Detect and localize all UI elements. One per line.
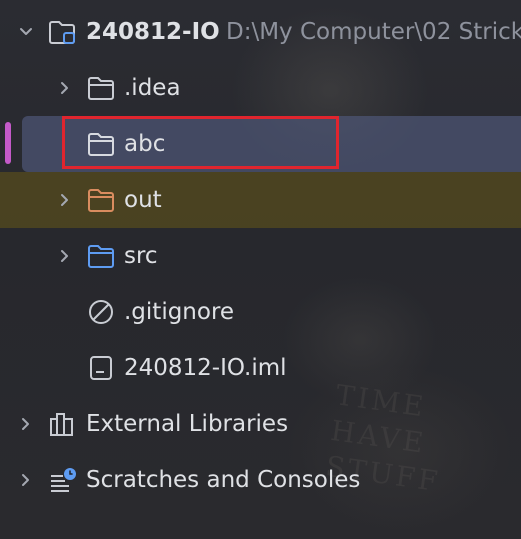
tree-row-out[interactable]: out — [0, 172, 521, 228]
selection-marker — [5, 122, 11, 164]
project-tree-panel: TIME HAVE STUFF 240812-IO D:\My Computer… — [0, 0, 521, 539]
tree-row-idea[interactable]: .idea — [0, 60, 521, 116]
external-libraries-label: External Libraries — [86, 411, 289, 437]
chevron-right-icon[interactable] — [18, 472, 34, 488]
tree-item-label: .gitignore — [124, 299, 235, 325]
tree-item-label: out — [124, 187, 162, 213]
excluded-folder-icon — [88, 189, 114, 212]
tree-item-label: 240812-IO.iml — [124, 355, 287, 381]
library-icon — [50, 413, 73, 436]
folder-icon — [88, 77, 114, 100]
tree-row-iml[interactable]: 240812-IO.iml — [0, 340, 521, 396]
chevron-right-icon[interactable] — [57, 192, 73, 208]
folder-icon — [88, 133, 114, 156]
ignore-file-icon — [89, 300, 113, 324]
tree-item-label: .idea — [124, 75, 181, 101]
scratches-icon — [51, 468, 76, 492]
tree-row-abc[interactable]: abc — [22, 116, 521, 172]
chevron-right-icon[interactable] — [57, 248, 73, 264]
module-file-icon — [90, 356, 112, 380]
chevron-right-icon[interactable] — [57, 80, 73, 96]
tree-item-label: abc — [124, 131, 166, 157]
module-folder-icon — [49, 21, 75, 44]
chevron-down-icon[interactable] — [18, 24, 34, 40]
chevron-right-icon[interactable] — [18, 416, 34, 432]
tree-item-label: src — [124, 243, 158, 269]
source-folder-icon — [88, 245, 114, 268]
tree-row-project-root[interactable]: 240812-IO D:\My Computer\02 Stricker — [0, 4, 521, 60]
scratches-label: Scratches and Consoles — [86, 467, 361, 493]
tree-row-src[interactable]: src — [0, 228, 521, 284]
tree-row-external-libraries[interactable]: External Libraries — [0, 396, 521, 452]
tree-row-gitignore[interactable]: .gitignore — [0, 284, 521, 340]
tree-row-scratches[interactable]: Scratches and Consoles — [0, 452, 521, 508]
project-name: 240812-IO — [86, 19, 220, 45]
project-path: D:\My Computer\02 Stricker — [226, 19, 521, 45]
